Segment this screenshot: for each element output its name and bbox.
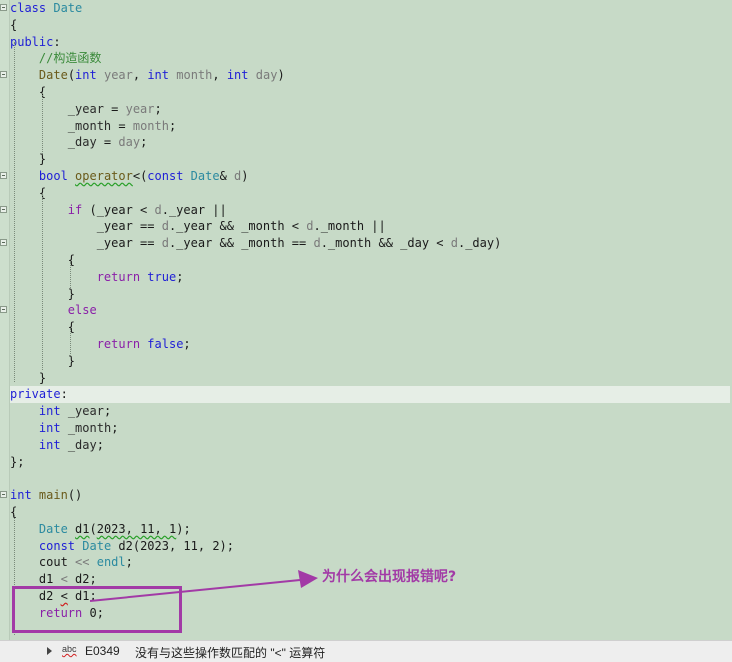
arrow-icon xyxy=(89,570,318,602)
spell-check-icon: abc xyxy=(62,644,77,654)
error-code: E0349 xyxy=(85,644,120,658)
expand-triangle-icon[interactable] xyxy=(47,647,52,655)
annotation-question: 为什么会出现报错呢? xyxy=(322,569,457,585)
error-list-row[interactable]: abc E0349 没有与这些操作数匹配的 "<" 运算符 xyxy=(0,640,732,662)
error-message: 没有与这些操作数匹配的 "<" 运算符 xyxy=(135,646,326,660)
